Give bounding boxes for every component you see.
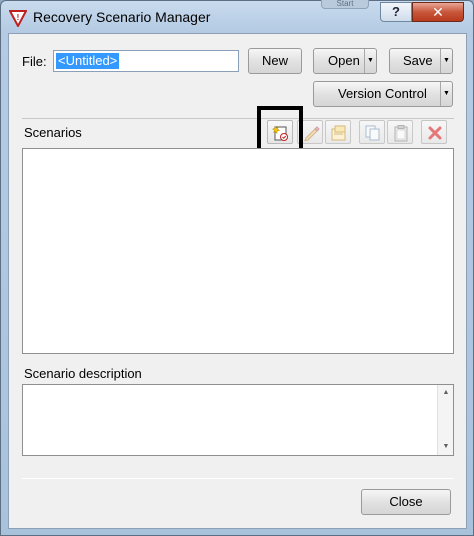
version-control-dropdown-arrow-icon[interactable]: ▼ [440, 82, 452, 106]
save-button-label: Save [403, 53, 433, 68]
save-button[interactable]: Save ▼ [389, 48, 453, 74]
bottom-separator [22, 478, 454, 479]
help-button[interactable]: ? [380, 2, 412, 22]
svg-text:!: ! [17, 13, 20, 22]
scenarios-label: Scenarios [24, 125, 82, 140]
version-control-label: Version Control [338, 86, 427, 101]
close-button[interactable]: Close [361, 489, 451, 515]
open-button-label: Open [328, 53, 360, 68]
edit-scenario-icon [304, 126, 320, 142]
scenario-description-field[interactable]: ▲ ▼ [22, 384, 454, 456]
save-dropdown-arrow-icon[interactable]: ▼ [440, 49, 452, 73]
open-button[interactable]: Open ▼ [313, 48, 377, 74]
delete-button[interactable] [421, 120, 447, 144]
paste-icon [394, 125, 408, 142]
dialog-client-area: File: <Untitled> New Open ▼ Save ▼ Versi… [8, 33, 467, 529]
recovery-scenario-manager-window: ! Recovery Scenario Manager Start ? ✕ Fi… [0, 0, 474, 536]
window-close-button[interactable]: ✕ [412, 2, 464, 22]
delete-icon [428, 126, 442, 140]
description-scrollbar[interactable]: ▲ ▼ [437, 385, 453, 455]
background-start-button: Start [321, 0, 369, 9]
properties-icon [331, 125, 346, 141]
file-name-field[interactable]: <Untitled> [53, 50, 239, 72]
app-icon: ! [8, 9, 28, 29]
scroll-up-arrow-icon[interactable]: ▲ [438, 385, 454, 401]
scenario-properties-button[interactable] [325, 120, 351, 144]
paste-button[interactable] [387, 120, 413, 144]
open-dropdown-arrow-icon[interactable]: ▼ [364, 49, 376, 73]
file-label: File: [22, 54, 47, 69]
title-bar[interactable]: ! Recovery Scenario Manager Start ? ✕ [1, 0, 473, 33]
scroll-down-arrow-icon[interactable]: ▼ [438, 439, 454, 455]
scenarios-list[interactable] [22, 148, 454, 354]
copy-icon [365, 125, 380, 141]
file-name-value: <Untitled> [56, 53, 120, 69]
version-control-button[interactable]: Version Control ▼ [313, 81, 453, 107]
scenario-description-label: Scenario description [24, 366, 142, 381]
copy-button[interactable] [359, 120, 385, 144]
window-title: Recovery Scenario Manager [33, 9, 211, 25]
highlight-annotation-box [257, 106, 303, 154]
new-button[interactable]: New [248, 48, 302, 74]
